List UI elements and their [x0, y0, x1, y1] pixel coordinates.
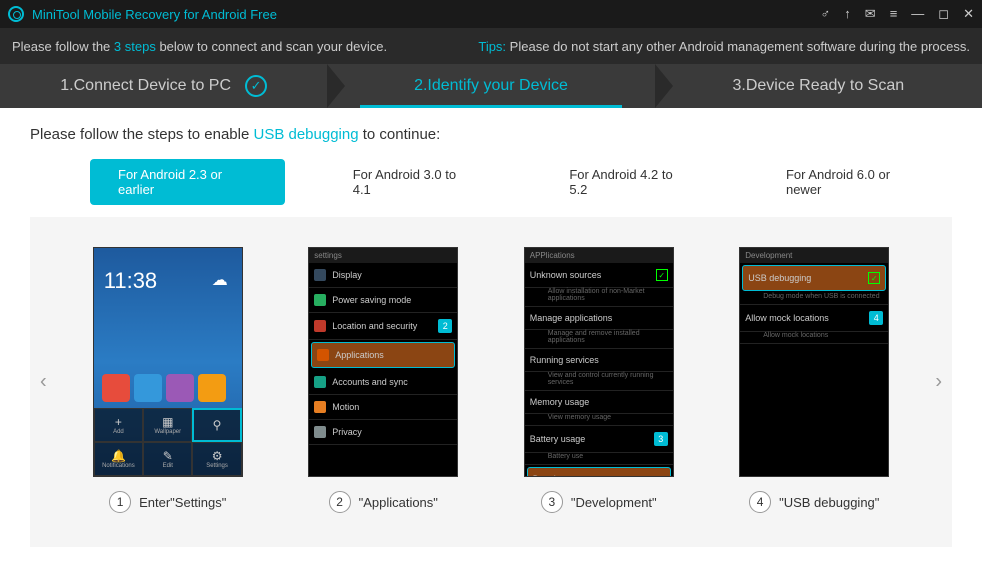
- tab-android-3-0[interactable]: For Android 3.0 to 4.1: [325, 159, 502, 205]
- dock-item: ✎Edit: [143, 442, 192, 476]
- app-icon: [134, 374, 162, 402]
- info-left: Please follow the 3 steps below to conne…: [12, 39, 387, 54]
- caption-3: 3 "Development": [541, 491, 657, 513]
- tab-android-4-2[interactable]: For Android 4.2 to 5.2: [541, 159, 718, 205]
- settings-row: Unknown sources✓: [525, 263, 673, 288]
- settings-row: Memory usage: [525, 391, 673, 414]
- settings-row: Development: [527, 467, 671, 477]
- key-icon[interactable]: ♂: [821, 6, 831, 22]
- settings-row: Privacy: [309, 420, 457, 445]
- instruction-text: Please follow the steps to enable USB de…: [30, 126, 952, 143]
- dock-item: 🔔Notifications: [94, 442, 143, 476]
- dock-item: ⚙Settings: [192, 442, 241, 476]
- phone-screen-applications: APPlications Unknown sources✓Allow insta…: [524, 247, 674, 477]
- settings-row: Power saving mode: [309, 288, 457, 313]
- app-title: MiniTool Mobile Recovery for Android Fre…: [32, 7, 821, 22]
- caption-2: 2 "Applications": [329, 491, 438, 513]
- app-logo-icon: [8, 6, 24, 22]
- dock: +Add▦Wallpaper⚲ 🔔Notifications✎Edit⚙Setti…: [94, 408, 242, 476]
- caption-1: 1 Enter"Settings": [109, 491, 226, 513]
- step-connect[interactable]: 1.Connect Device to PC ✓: [0, 64, 327, 108]
- upgrade-icon[interactable]: ↑: [844, 6, 851, 22]
- settings-row: Accounts and sync: [309, 370, 457, 395]
- guide-panel-4: Development USB debugging✓Debug mode whe…: [717, 247, 913, 517]
- arrow-icon: [655, 64, 673, 108]
- arrow-icon: [327, 64, 345, 108]
- version-tabs: For Android 2.3 or earlier For Android 3…: [30, 159, 952, 205]
- app-icon: [198, 374, 226, 402]
- info-right: Tips: Please do not start any other Andr…: [478, 39, 970, 54]
- settings-row: Motion: [309, 395, 457, 420]
- caption-4: 4 "USB debugging": [749, 491, 879, 513]
- usb-debugging-link[interactable]: USB debugging: [253, 126, 358, 143]
- dock-item: ▦Wallpaper: [143, 408, 192, 442]
- settings-row: Running services: [525, 349, 673, 372]
- guide-panel-1: 11:38 ☁ +Add▦Wallpaper⚲🔔Notifications✎Ed…: [70, 247, 266, 517]
- close-button[interactable]: ✕: [963, 6, 974, 22]
- next-arrow-icon[interactable]: ›: [935, 371, 942, 394]
- info-bar: Please follow the 3 steps below to conne…: [0, 28, 982, 64]
- settings-row: Battery usage3: [525, 426, 673, 453]
- phone-screen-development: Development USB debugging✓Debug mode whe…: [739, 247, 889, 477]
- settings-row: USB debugging✓: [742, 265, 886, 291]
- phone-screen-settings: settings DisplayPower saving modeLocatio…: [308, 247, 458, 477]
- tab-android-6-0[interactable]: For Android 6.0 or newer: [758, 159, 952, 205]
- settings-row: Manage applications: [525, 307, 673, 330]
- dock-item: +Add: [94, 408, 143, 442]
- settings-row: Allow mock locations4: [740, 305, 888, 332]
- content-area: Please follow the steps to enable USB de…: [0, 108, 982, 565]
- mail-icon[interactable]: ✉: [865, 6, 876, 22]
- titlebar: MiniTool Mobile Recovery for Android Fre…: [0, 0, 982, 28]
- phone-screen-home: 11:38 ☁ +Add▦Wallpaper⚲🔔Notifications✎Ed…: [93, 247, 243, 477]
- minimize-button[interactable]: —: [911, 6, 924, 22]
- prev-arrow-icon[interactable]: ‹: [40, 371, 47, 394]
- guide-panel-3: APPlications Unknown sources✓Allow insta…: [501, 247, 697, 517]
- settings-row: Location and security2: [309, 313, 457, 340]
- app-icon: [102, 374, 130, 402]
- step-identify[interactable]: 2.Identify your Device: [327, 64, 654, 108]
- weather-icon: ☁: [212, 270, 228, 290]
- guide-container: ‹ › 11:38 ☁ +Add▦Wallpaper⚲🔔Notification…: [30, 217, 952, 547]
- menu-icon[interactable]: ≡: [890, 6, 898, 22]
- settings-row: Applications: [311, 342, 455, 368]
- app-grid: [94, 374, 242, 402]
- step-ready[interactable]: 3.Device Ready to Scan: [655, 64, 982, 108]
- tab-android-2-3[interactable]: For Android 2.3 or earlier: [90, 159, 285, 205]
- settings-row: Display: [309, 263, 457, 288]
- guide-panel-2: settings DisplayPower saving modeLocatio…: [286, 247, 482, 517]
- step-bar: 1.Connect Device to PC ✓ 2.Identify your…: [0, 64, 982, 108]
- check-icon: ✓: [245, 75, 267, 97]
- window-controls: ♂ ↑ ✉ ≡ — ◻ ✕: [821, 6, 974, 22]
- maximize-button[interactable]: ◻: [938, 6, 949, 22]
- app-icon: [166, 374, 194, 402]
- dock-item: ⚲: [192, 408, 241, 442]
